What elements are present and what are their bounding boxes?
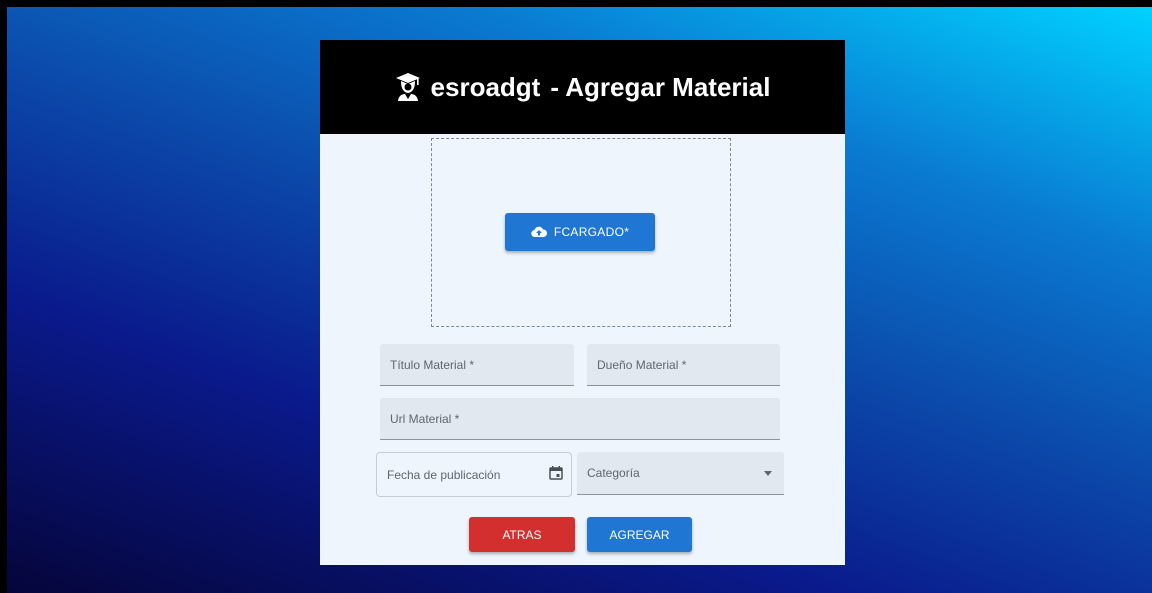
add-button[interactable]: AGREGAR — [587, 517, 692, 552]
card-header: esroadgt - Agregar Material — [320, 40, 845, 134]
owner-field[interactable]: Dueño Material * — [587, 344, 780, 386]
category-select[interactable]: Categoría — [577, 452, 784, 495]
publication-date-field[interactable]: Fecha de publicación — [376, 452, 572, 497]
back-button-label: ATRAS — [502, 527, 542, 542]
brand-name: esroadgt — [430, 71, 541, 102]
owner-field-label: Dueño Material * — [597, 357, 687, 372]
category-select-label: Categoría — [587, 466, 640, 480]
calendar-icon[interactable] — [549, 466, 563, 480]
page-title: - Agregar Material — [550, 71, 771, 102]
title-field-label: Título Material * — [390, 357, 475, 372]
upload-button[interactable]: FCARGADO* — [505, 213, 655, 251]
publication-date-label: Fecha de publicación — [387, 467, 501, 482]
add-material-card: esroadgt - Agregar Material FCARGADO* Tí… — [320, 40, 845, 565]
back-button[interactable]: ATRAS — [469, 517, 575, 552]
title-field[interactable]: Título Material * — [380, 344, 574, 386]
graduation-cap-icon — [395, 72, 421, 102]
url-field-label: Url Material * — [390, 411, 460, 426]
upload-button-label: FCARGADO* — [553, 225, 630, 239]
caret-down-icon — [764, 471, 772, 476]
add-button-label: AGREGAR — [609, 527, 670, 542]
cloud-upload-icon — [531, 226, 547, 238]
url-field[interactable]: Url Material * — [380, 398, 780, 440]
